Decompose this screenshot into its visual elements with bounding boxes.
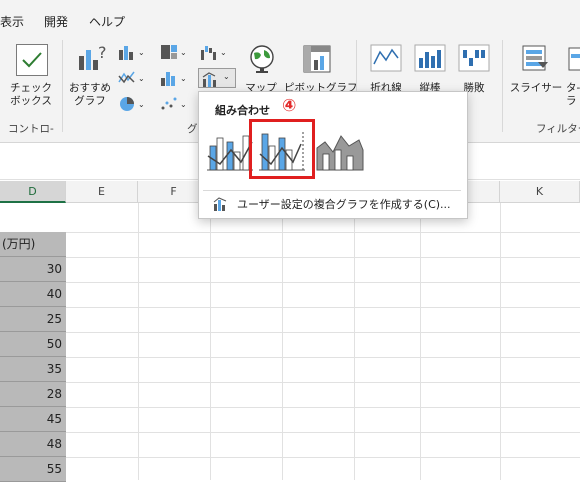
- table-cell[interactable]: 55: [0, 457, 66, 482]
- grid-line: [0, 232, 580, 233]
- pivot-chart-icon[interactable]: [302, 44, 332, 74]
- ribbon-separator: [62, 40, 63, 132]
- chevron-down-icon[interactable]: ⌄: [180, 100, 187, 109]
- ribbon-separator: [502, 40, 503, 132]
- column-header-d[interactable]: D: [0, 181, 66, 203]
- cell-header-unit[interactable]: (万円): [0, 232, 66, 257]
- timeline-label[interactable]: タ- ラ: [566, 82, 580, 108]
- statistic-chart-icon[interactable]: [160, 70, 178, 90]
- popup-divider: [203, 190, 461, 191]
- grid-line: [210, 203, 211, 480]
- grid-line: [500, 203, 501, 480]
- grid-line: [0, 257, 580, 258]
- svg-text:?: ?: [98, 43, 107, 62]
- chevron-down-icon[interactable]: ⌄: [138, 74, 145, 83]
- group-label-filter: フィルター: [536, 123, 580, 135]
- grid-line: [0, 332, 580, 333]
- tab-view[interactable]: 表示: [0, 13, 24, 30]
- chevron-down-icon[interactable]: ⌄: [138, 100, 145, 109]
- waterfall-chart-icon[interactable]: [200, 44, 218, 64]
- sparkline-column-icon[interactable]: [414, 44, 446, 72]
- table-cell[interactable]: 35: [0, 357, 66, 382]
- table-cell[interactable]: 25: [0, 307, 66, 332]
- table-cell[interactable]: 28: [0, 382, 66, 407]
- grid-line: [0, 357, 580, 358]
- sparkline-winloss-icon[interactable]: [458, 44, 490, 72]
- tab-help[interactable]: ヘルプ: [89, 13, 125, 30]
- timeline-icon[interactable]: [568, 44, 580, 74]
- recommended-charts-label[interactable]: おすすめ グラフ: [66, 82, 114, 108]
- popup-title: 組み合わせ: [215, 104, 270, 117]
- chevron-down-icon[interactable]: ⌄: [180, 48, 187, 57]
- chevron-down-icon[interactable]: ⌄: [138, 48, 145, 57]
- grid-line: [0, 432, 580, 433]
- table-cell[interactable]: 50: [0, 332, 66, 357]
- grid-line: [138, 203, 139, 480]
- chevron-down-icon[interactable]: ⌄: [223, 72, 230, 81]
- grid-line: [282, 203, 283, 480]
- recommended-charts-icon[interactable]: ?: [76, 42, 108, 74]
- map-globe-icon[interactable]: [248, 44, 276, 74]
- grid-line: [0, 307, 580, 308]
- step-marker: ④: [282, 96, 297, 116]
- combo-area-column-icon[interactable]: [315, 124, 365, 174]
- grid-line: [0, 457, 580, 458]
- scatter-chart-icon[interactable]: [160, 96, 178, 116]
- table-cell[interactable]: 48: [0, 432, 66, 457]
- pie-chart-icon[interactable]: [118, 96, 136, 116]
- tab-developer[interactable]: 開発: [44, 13, 68, 30]
- grid-line: [0, 282, 580, 283]
- grid-line: [354, 203, 355, 480]
- chevron-down-icon[interactable]: ⌄: [220, 48, 227, 57]
- combo-clustered-column-line-icon[interactable]: [205, 124, 255, 174]
- table-cell[interactable]: 40: [0, 282, 66, 307]
- table-cell[interactable]: 30: [0, 257, 66, 282]
- checkbox-button-label[interactable]: チェック ボックス: [8, 82, 54, 108]
- grid-line: [420, 203, 421, 480]
- column-chart-icon[interactable]: [118, 44, 136, 64]
- slicer-label[interactable]: スライサー: [508, 82, 564, 95]
- column-header-k[interactable]: K: [500, 181, 580, 203]
- grid-line: [0, 407, 580, 408]
- combo-chart-button[interactable]: ⌄: [198, 68, 236, 88]
- custom-combo-chart-icon[interactable]: [213, 196, 229, 212]
- checkbox-control-icon[interactable]: [16, 44, 48, 76]
- hierarchy-chart-icon[interactable]: [160, 44, 178, 64]
- create-custom-combo-chart-link[interactable]: ユーザー設定の複合グラフを作成する(C)...: [237, 196, 451, 212]
- sparkline-line-icon[interactable]: [370, 44, 402, 72]
- line-chart-icon[interactable]: [118, 70, 136, 90]
- grid-line: [0, 382, 580, 383]
- combo-chart-dropdown: 組み合わせ ④ ユーザー設定の複合グラフを作成する(C)...: [198, 91, 468, 219]
- chevron-down-icon[interactable]: ⌄: [180, 74, 187, 83]
- group-label-charts: グ: [187, 123, 198, 135]
- column-header-e[interactable]: E: [66, 181, 138, 203]
- selection-highlight-box: [249, 119, 315, 179]
- group-label-controls: コントロ-: [8, 123, 54, 135]
- menu-bar: 表示 開発 ヘルプ: [0, 0, 580, 34]
- table-cell[interactable]: 45: [0, 407, 66, 432]
- slicer-icon[interactable]: [520, 44, 550, 74]
